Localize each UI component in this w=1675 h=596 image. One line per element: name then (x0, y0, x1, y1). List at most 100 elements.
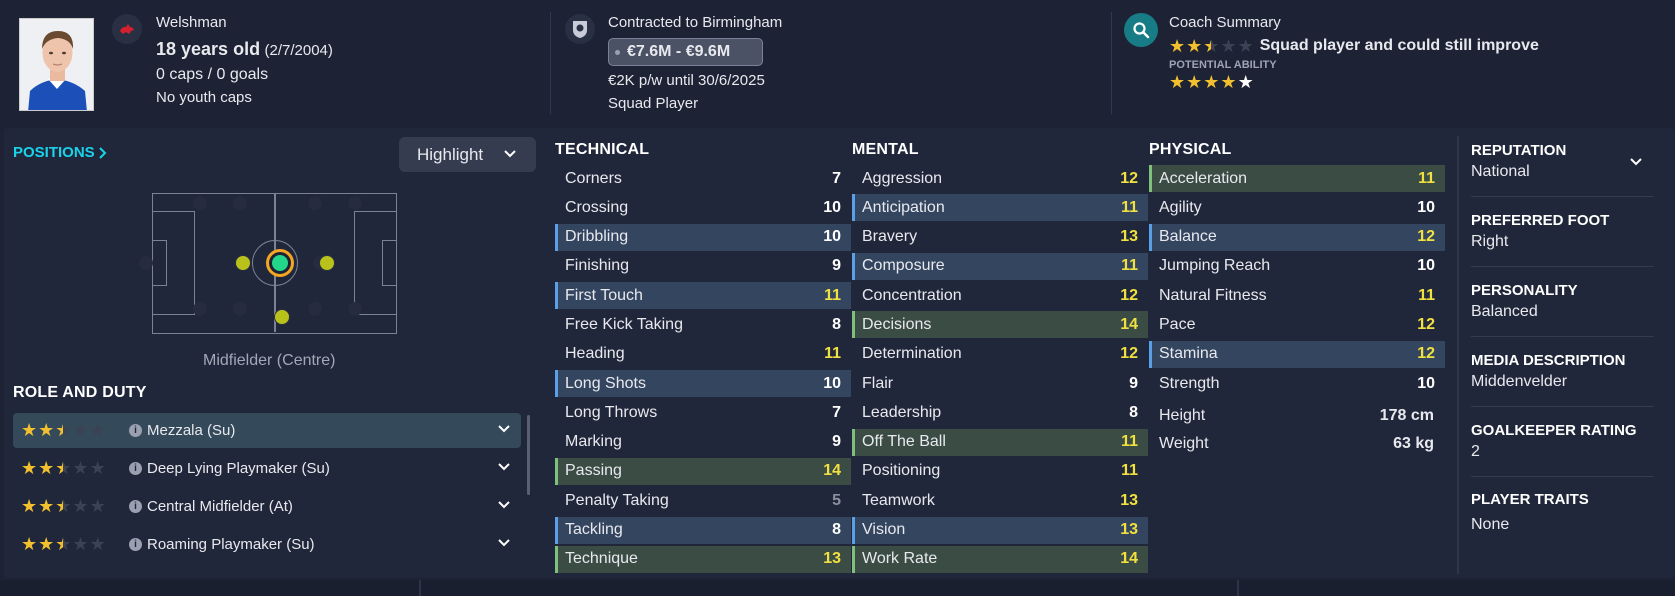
attribute-value: 13 (1120, 228, 1138, 246)
attribute-name: Crossing (565, 198, 629, 216)
attribute-row[interactable]: Anticipation 11 (852, 194, 1148, 222)
position-pitch[interactable] (139, 193, 397, 334)
position-dot-dml[interactable] (235, 255, 251, 271)
bottom-strip (0, 580, 1675, 596)
attribute-row[interactable]: Positioning 11 (852, 458, 1148, 485)
reputation-value: National (1471, 163, 1530, 180)
attribute-row[interactable]: Acceleration 11 (1149, 165, 1445, 192)
attribute-row[interactable]: Bravery 13 (852, 224, 1148, 251)
attribute-row[interactable]: Penalty Taking 5 (555, 487, 851, 514)
attribute-row[interactable]: Passing 14 (555, 457, 851, 485)
attribute-row[interactable]: Jumping Reach 10 (1149, 253, 1445, 280)
squad-status: Squad Player (608, 95, 699, 112)
attribute-row[interactable]: Work Rate 14 (852, 545, 1148, 573)
coach-summary-text: Squad player and could still improve (1259, 37, 1539, 54)
attribute-row[interactable]: Finishing 9 (555, 253, 851, 280)
attribute-row[interactable]: Determination 12 (852, 341, 1148, 368)
info-icon[interactable]: i (129, 538, 142, 551)
attribute-row[interactable]: First Touch 11 (555, 282, 851, 310)
age-line: 18 years old (2/7/2004) (156, 39, 333, 60)
attribute-row[interactable]: Dribbling 10 (555, 223, 851, 251)
attribute-row[interactable]: Natural Fitness 11 (1149, 282, 1445, 309)
attribute-name: Positioning (862, 462, 941, 480)
value-dot-icon (615, 50, 620, 55)
coach-summary: ★ ★ ★ ★ ★ Squad player and could still impro… (1169, 37, 1539, 55)
player-traits-block: PLAYER TRAITS None (1471, 491, 1651, 534)
attribute-name: First Touch (565, 286, 643, 304)
chevron-down-icon[interactable] (497, 498, 511, 512)
attribute-value: 10 (1417, 198, 1435, 216)
attribute-row[interactable]: Strength 10 (1149, 370, 1445, 397)
preferred-foot-block: PREFERRED FOOT Right (1471, 212, 1651, 251)
attribute-name: Leadership (862, 403, 942, 421)
positions-link[interactable]: POSITIONS (13, 144, 107, 161)
attribute-name: Tackling (565, 521, 623, 539)
height-row: Height 178 cm (1159, 407, 1434, 425)
wales-flag-icon (112, 14, 142, 44)
attribute-row[interactable]: Technique 13 (555, 545, 851, 573)
attribute-name: Passing (565, 462, 622, 480)
attribute-row[interactable]: Balance 12 (1149, 223, 1445, 251)
attribute-row[interactable]: Heading 11 (555, 341, 851, 368)
chevron-down-icon[interactable] (497, 422, 511, 436)
position-ring-mc[interactable] (266, 249, 294, 277)
attribute-row[interactable]: Teamwork 13 (852, 487, 1148, 514)
role-row[interactable]: ★ ★ ★ ★ ★ i Central Midfielder (At) (13, 489, 521, 524)
header-divider (1111, 12, 1112, 114)
info-icon[interactable]: i (129, 462, 142, 475)
profile-separator (1471, 266, 1654, 267)
attribute-name: Strength (1159, 374, 1220, 392)
attribute-value: 11 (1121, 433, 1138, 451)
attribute-row[interactable]: Off The Ball 11 (852, 428, 1148, 456)
reputation-block[interactable]: REPUTATION National (1471, 142, 1651, 181)
attribute-row[interactable]: Concentration 12 (852, 282, 1148, 309)
attribute-row[interactable]: Composure 11 (852, 252, 1148, 280)
attribute-row[interactable]: Free Kick Taking 8 (555, 311, 851, 338)
transfer-value: €7.6M - €9.6M (627, 43, 731, 60)
height-label: Height (1159, 407, 1206, 424)
weight-label: Weight (1159, 435, 1209, 452)
attribute-row[interactable]: Stamina 12 (1149, 340, 1445, 368)
contract-club[interactable]: Contracted to Birmingham (608, 14, 782, 31)
attribute-row[interactable]: Flair 9 (852, 370, 1148, 397)
attribute-row[interactable]: Crossing 10 (555, 194, 851, 221)
attribute-row[interactable]: Marking 9 (555, 429, 851, 456)
attribute-row[interactable]: Long Throws 7 (555, 399, 851, 426)
attribute-row[interactable]: Long Shots 10 (555, 370, 851, 398)
profile-divider (1457, 136, 1459, 574)
attribute-row[interactable]: Pace 12 (1149, 311, 1445, 338)
transfer-value-badge[interactable]: €7.6M - €9.6M (608, 38, 763, 66)
info-icon[interactable]: i (129, 500, 142, 513)
attribute-value: 10 (1417, 257, 1435, 275)
attribute-row[interactable]: Corners 7 (555, 165, 851, 192)
role-row[interactable]: ★ ★ ★ ★ ★ i Deep Lying Playmaker (Su) (13, 451, 521, 486)
attribute-name: Work Rate (862, 550, 938, 568)
attribute-value: 12 (1120, 286, 1138, 304)
position-dot-am[interactable] (274, 309, 290, 325)
attribute-name: Corners (565, 169, 622, 187)
attribute-row[interactable]: Agility 10 (1149, 194, 1445, 221)
highlight-dropdown[interactable]: Highlight (399, 137, 536, 172)
search-icon[interactable] (1124, 13, 1158, 47)
physical-attributes: Acceleration 11 Agility 10 Balance 12 Jumping … (1149, 165, 1445, 399)
chevron-down-icon[interactable] (497, 460, 511, 474)
chevron-down-icon[interactable] (1630, 158, 1642, 166)
role-row[interactable]: ★ ★ ★ ★ ★ i Mezzala (Su) (13, 413, 521, 448)
chevron-down-icon[interactable] (497, 536, 511, 550)
attribute-row[interactable]: Leadership 8 (852, 399, 1148, 426)
info-icon[interactable]: i (129, 424, 142, 437)
attribute-row[interactable]: Aggression 12 (852, 165, 1148, 192)
role-row[interactable]: ★ ★ ★ ★ ★ i Roaming Playmaker (Su) (13, 527, 521, 562)
attribute-value: 9 (1129, 374, 1138, 392)
position-dot-dmr[interactable] (319, 255, 335, 271)
role-list-scrollbar[interactable] (527, 415, 530, 495)
attribute-value: 11 (1418, 169, 1435, 187)
attribute-row[interactable]: Decisions 14 (852, 311, 1148, 339)
potential-ability-label: POTENTIAL ABILITY (1169, 59, 1277, 71)
attribute-name: Natural Fitness (1159, 286, 1267, 304)
goalkeeper-rating-block: GOALKEEPER RATING 2 (1471, 422, 1651, 461)
attribute-row[interactable]: Tackling 8 (555, 516, 851, 544)
attribute-row[interactable]: Vision 13 (852, 516, 1148, 544)
attribute-value: 11 (824, 286, 841, 304)
club-badge-icon[interactable] (565, 14, 595, 44)
